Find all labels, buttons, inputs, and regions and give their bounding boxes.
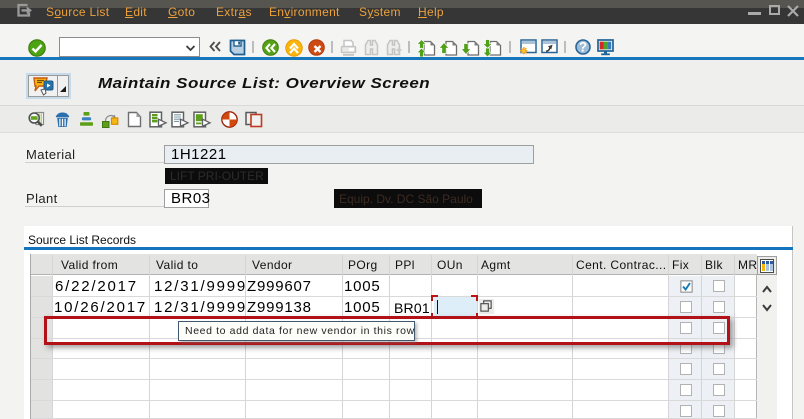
svg-text:?: ? (579, 40, 587, 55)
